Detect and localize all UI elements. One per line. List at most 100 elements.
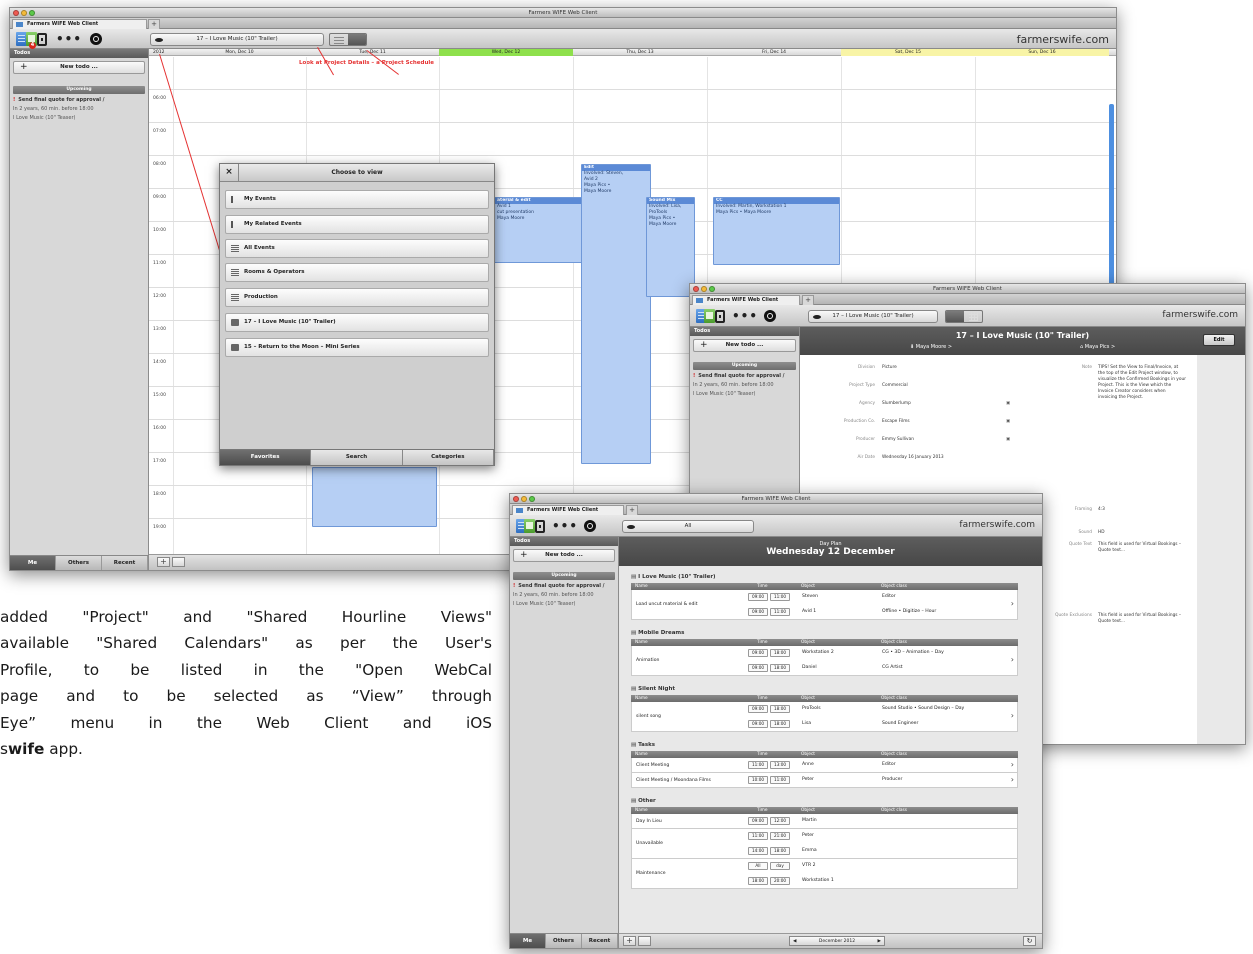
- todo-item[interactable]: Send final quote for approval / In 2 yea…: [513, 582, 615, 609]
- todo-item[interactable]: Send final quote for approval / In 2 yea…: [693, 372, 796, 399]
- window-controls[interactable]: [513, 496, 535, 502]
- tab-search[interactable]: Search: [311, 450, 403, 465]
- date-navigator[interactable]: ◀ December 2012 ▶: [789, 936, 885, 946]
- edit-button[interactable]: Edit: [1203, 334, 1235, 346]
- tab-others[interactable]: Others: [56, 556, 102, 570]
- power-icon[interactable]: [584, 520, 597, 532]
- window-controls[interactable]: [13, 10, 35, 16]
- open-icon[interactable]: ▣: [1006, 401, 1010, 407]
- view-option-all-events[interactable]: All Events: [225, 239, 489, 258]
- prev-icon[interactable]: ◀: [793, 937, 796, 946]
- hour-label: 11:00: [153, 261, 166, 266]
- todo-item[interactable]: Send final quote for approval / In 2 yea…: [13, 96, 145, 123]
- tab-others[interactable]: Others: [546, 934, 582, 948]
- tab-me[interactable]: Me: [510, 934, 546, 948]
- open-icon[interactable]: ▣: [1006, 419, 1010, 425]
- trash-icon[interactable]: [172, 557, 185, 567]
- new-todo-button[interactable]: + New todo ...: [513, 549, 615, 562]
- trash-icon[interactable]: [638, 936, 651, 946]
- booking-group[interactable]: Day In Lieu 09:00 12:00 Martin: [631, 814, 1018, 829]
- power-icon[interactable]: [764, 310, 777, 322]
- new-tab-button[interactable]: +: [148, 19, 160, 29]
- calendar-event[interactable]: [312, 467, 437, 527]
- tab-favorites[interactable]: Favorites: [220, 450, 312, 465]
- refresh-icon[interactable]: ↻: [1023, 936, 1036, 946]
- end-time: 18:00: [770, 705, 790, 713]
- day-header[interactable]: Mon, Dec 10: [173, 49, 306, 56]
- new-tab-button[interactable]: +: [626, 505, 638, 515]
- mobile-icon[interactable]: [37, 32, 47, 46]
- view-option-my-related-events[interactable]: My Related Events: [225, 215, 489, 234]
- tab-me[interactable]: Me: [10, 556, 56, 570]
- calendar-icon[interactable]: [704, 309, 715, 323]
- booking-group[interactable]: Client Meeting 11:00 13:00 Anne Editor ›: [631, 758, 1018, 773]
- chevron-right-icon[interactable]: ›: [1011, 760, 1014, 769]
- calendar-icon[interactable]: [524, 519, 535, 533]
- caption-line: added "Project" and "Shared Hourline Vie…: [0, 608, 492, 626]
- more-icon[interactable]: •••: [732, 310, 758, 322]
- day-header[interactable]: Sat, Dec 15: [841, 49, 975, 56]
- close-icon[interactable]: ×: [220, 164, 239, 181]
- booking-group[interactable]: Animation 09:00 18:00 Workstation 2 CG • 3D …: [631, 646, 1018, 676]
- view-selector-button[interactable]: All: [622, 520, 754, 533]
- booking-line: 09:00 18:00 Workstation 2 CG • 3D – Animati…: [632, 646, 1017, 661]
- view-option-project-17[interactable]: 17 – I Love Music (10" Trailer): [225, 313, 489, 332]
- booking-group[interactable]: silent song 09:00 18:00 ProTools Sound Studi…: [631, 702, 1018, 732]
- day-header[interactable]: Wed, Dec 12: [439, 49, 573, 56]
- dayplan-window-tab[interactable]: Farmers WIFE Web Client: [512, 505, 624, 515]
- view-option-production[interactable]: Production: [225, 288, 489, 307]
- add-button[interactable]: +: [157, 557, 170, 567]
- list-view-icon[interactable]: [330, 34, 348, 45]
- add-button[interactable]: +: [623, 936, 636, 946]
- tab-recent[interactable]: Recent: [582, 934, 618, 948]
- new-todo-button[interactable]: + New todo ...: [13, 61, 145, 74]
- booking-group[interactable]: Load uncut material & edit 09:00 11:00 Stev…: [631, 590, 1018, 620]
- window-controls[interactable]: [693, 286, 715, 292]
- calendar-event[interactable]: aterial & edit Avid 1 cut presentation Maya…: [494, 197, 586, 263]
- grid-view-icon[interactable]: [964, 311, 982, 322]
- view-mode-toggle[interactable]: [945, 310, 983, 323]
- new-todo-button[interactable]: + New todo ...: [693, 339, 796, 352]
- tab-categories[interactable]: Categories: [402, 450, 494, 465]
- power-icon[interactable]: [90, 33, 103, 45]
- next-icon[interactable]: ▶: [878, 937, 881, 946]
- mobile-icon[interactable]: [715, 309, 725, 323]
- calendar-event[interactable]: Edit Involved: Steven, Avid 2 Maya Pics • Ma…: [581, 164, 651, 464]
- calendar-icon[interactable]: 4: [26, 32, 37, 49]
- open-icon[interactable]: ▣: [1006, 437, 1010, 443]
- booking-group[interactable]: Client Meeting / Moondana Films 10:00 11:0…: [631, 773, 1018, 788]
- grid-view-icon[interactable]: [348, 34, 366, 45]
- project-window-tab[interactable]: Farmers WIFE Web Client: [692, 295, 800, 305]
- mobile-icon[interactable]: [535, 519, 545, 533]
- dayplan-body[interactable]: ▤ I Love Music (10" Trailer) Name Time Obje…: [619, 566, 1042, 933]
- chevron-right-icon[interactable]: ›: [1011, 775, 1014, 784]
- booking-group[interactable]: Unavailable 11:00 21:00 Peter 14:00 18:00 Emma: [631, 829, 1018, 859]
- chevron-right-icon[interactable]: ›: [1011, 655, 1014, 664]
- view-selector-button[interactable]: 17 – I Love Music (10" Trailer): [150, 33, 324, 46]
- new-tab-button[interactable]: +: [802, 295, 814, 305]
- view-selector-button[interactable]: 17 – I Love Music (10" Trailer): [808, 310, 938, 323]
- view-option-rooms-operators[interactable]: Rooms & Operators: [225, 263, 489, 282]
- plus-icon: +: [20, 62, 28, 72]
- booking-group[interactable]: Maintenance All day VTR 2 18:00 20:00 Workstat…: [631, 859, 1018, 889]
- column-header-row: Name Time Object Object class: [631, 751, 1018, 758]
- column-header-row: Name Time Object Object class: [631, 695, 1018, 702]
- view-mode-toggle[interactable]: [329, 33, 367, 46]
- main-window-tab[interactable]: Farmers WIFE Web Client: [12, 19, 147, 29]
- view-option-project-15[interactable]: 15 – Return to the Moon – Mini Series: [225, 338, 489, 357]
- calendar-event[interactable]: CC Involved: Martin, Workstation 1 Maya Pi…: [713, 197, 840, 265]
- booking-object: Workstation 1: [802, 878, 834, 883]
- more-icon[interactable]: •••: [56, 33, 82, 45]
- hour-label: 14:00: [153, 360, 166, 365]
- more-icon[interactable]: •••: [552, 520, 578, 532]
- day-header[interactable]: Fri, Dec 14: [707, 49, 841, 56]
- list-view-icon[interactable]: [946, 311, 964, 322]
- hour-row: 06:00: [149, 89, 1116, 122]
- tab-recent[interactable]: Recent: [102, 556, 148, 570]
- calendar-event[interactable]: Sound Mix Involved: Lisa, ProTools Maya Pic…: [646, 197, 695, 297]
- view-option-my-events[interactable]: My Events: [225, 190, 489, 209]
- day-header[interactable]: Sun, Dec 16: [975, 49, 1109, 56]
- chevron-right-icon[interactable]: ›: [1011, 599, 1014, 608]
- chevron-right-icon[interactable]: ›: [1011, 711, 1014, 720]
- day-header[interactable]: Thu, Dec 13: [573, 49, 707, 56]
